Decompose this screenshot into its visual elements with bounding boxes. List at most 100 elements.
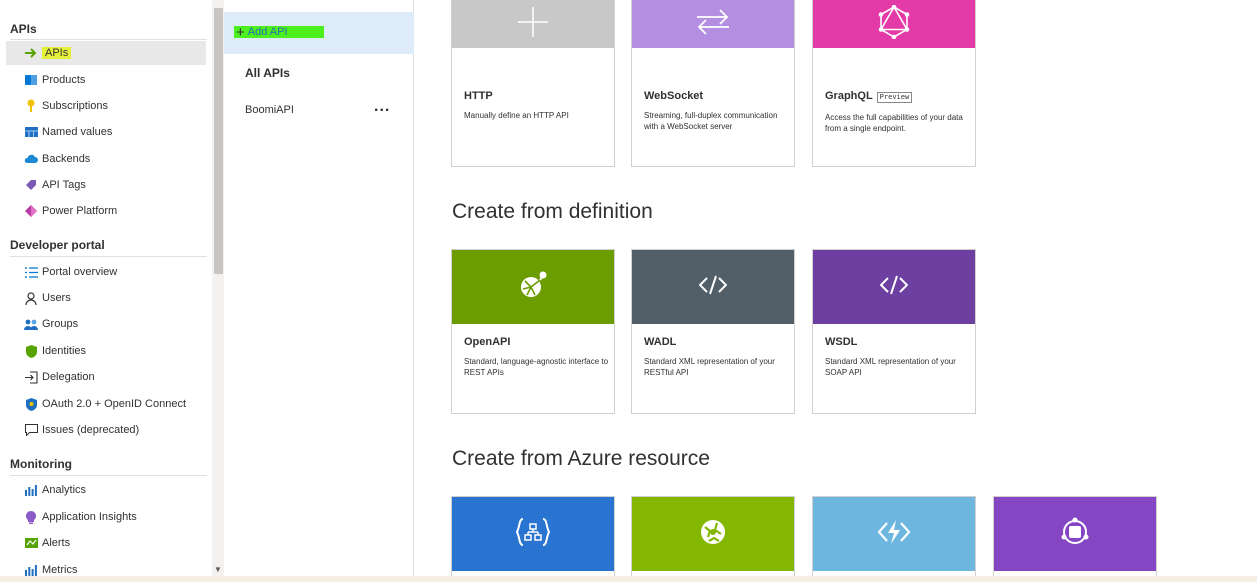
tile-logic-app[interactable] [451,496,615,582]
tile-banner [994,497,1156,571]
bottom-strip [0,576,1257,582]
tile-wsdl[interactable]: WSDL Standard XML representation of your… [812,249,976,414]
api-list-item[interactable]: BoomiAPI ... [224,98,414,122]
tile-description: Standard, language-agnostic interface to… [464,357,609,377]
nav-item-label: Named values [42,126,113,138]
nav-item-groups[interactable]: Groups [6,312,206,336]
logic-app-icon [515,517,551,551]
api-list-pane: + Add API All APIs BoomiAPI ... [224,0,414,582]
section-divider [10,475,207,476]
resource-menu: APIs APIs Products Subscriptions Named v [0,0,212,582]
shield-lock-icon [24,397,38,411]
key-icon [24,99,38,113]
group-icon [24,317,38,331]
nav-item-apis[interactable]: APIs [6,41,206,65]
nav-item-named-values[interactable]: Named values [6,120,206,144]
scroll-down-arrow-icon[interactable]: ▼ [212,562,224,576]
tile-title: GraphQL Preview [825,90,913,103]
tile-banner [632,0,794,48]
tile-banner [632,497,794,571]
nav-item-identities[interactable]: Identities [6,339,206,363]
plus-icon [516,5,550,44]
section-divider [10,256,207,257]
tile-title: HTTP [464,90,493,102]
nav-item-label: Analytics [42,484,87,496]
tile-websocket[interactable]: WebSocket Streaming, full-duplex communi… [631,0,795,167]
tile-app-service[interactable] [631,496,795,582]
nav-item-application-insights[interactable]: Application Insights [6,505,206,529]
tag-icon [24,178,38,192]
nav-item-issues[interactable]: Issues (deprecated) [6,418,206,442]
tile-openapi[interactable]: OpenAPI Standard, language-agnostic inte… [451,249,615,414]
more-options-icon[interactable]: ... [374,98,390,116]
tile-http[interactable]: HTTP Manually define an HTTP API [451,0,615,167]
table-icon [24,125,38,139]
nav-item-label: API Tags [42,179,86,191]
nav-item-oauth-openid[interactable]: OAuth 2.0 + OpenID Connect [6,392,206,416]
nav-item-products[interactable]: Products [6,68,206,92]
section-title-azure-resource: Create from Azure resource [452,447,710,470]
nav-item-delegation[interactable]: Delegation [6,365,206,389]
tile-banner [813,0,975,48]
products-icon [24,73,38,87]
tile-banner [452,250,614,324]
nav-item-portal-overview[interactable]: Portal overview [6,260,206,284]
nav-item-label: Delegation [42,371,95,383]
tile-banner [813,497,975,571]
nav-item-alerts[interactable]: Alerts [6,531,206,555]
arrow-right-icon [24,46,38,60]
comment-icon [24,423,38,437]
tile-banner [813,250,975,324]
tile-function-app[interactable] [812,496,976,582]
nav-item-label: Users [42,292,71,304]
section-header-apis: APIs [10,22,37,36]
nav-item-label: OAuth 2.0 + OpenID Connect [42,398,187,410]
alert-icon [24,536,38,550]
nav-item-label: Metrics [42,564,78,576]
nav-item-users[interactable]: Users [6,286,206,310]
nav-item-analytics[interactable]: Analytics [6,478,206,502]
nav-item-power-platform[interactable]: Power Platform [6,199,206,223]
tile-title: WebSocket [644,90,704,102]
nav-item-label: Backends [42,153,91,165]
tile-description: Standard XML representation of your SOAP… [825,357,956,377]
tile-wadl[interactable]: WADL Standard XML representation of your… [631,249,795,414]
nav-item-label: Groups [42,318,79,330]
function-app-icon [877,518,911,551]
app-service-icon [699,518,727,551]
api-name: BoomiAPI [245,104,294,116]
add-api-label: Add API [247,26,288,38]
bar-chart-icon [24,563,38,577]
plus-icon: + [236,23,245,41]
sidebar-scrollbar-thumb[interactable] [214,8,223,274]
nav-item-label: Issues (deprecated) [42,424,140,436]
apim-apis-page: APIs APIs Products Subscriptions Named v [0,0,1257,582]
add-api-button[interactable]: + Add API [224,12,414,54]
tile-container-app[interactable] [993,496,1157,582]
nav-item-api-tags[interactable]: API Tags [6,173,206,197]
code-icon [879,275,909,300]
all-apis-filter[interactable]: All APIs [245,66,290,80]
section-header-monitoring: Monitoring [10,457,72,471]
tile-banner [452,0,614,48]
nav-item-label: Identities [42,345,87,357]
cloud-icon [24,152,38,166]
section-header-developer-portal: Developer portal [10,238,105,252]
tile-description: Manually define an HTTP API [464,111,569,120]
sign-in-icon [24,370,38,384]
code-icon [698,275,728,300]
nav-item-label: Power Platform [42,205,118,217]
graphql-icon [878,4,910,44]
list-icon [24,265,38,279]
tile-description: Access the full capabilities of your dat… [825,113,963,133]
nav-item-backends[interactable]: Backends [6,147,206,171]
power-platform-icon [24,204,38,218]
nav-item-subscriptions[interactable]: Subscriptions [6,94,206,118]
bar-chart-icon [24,483,38,497]
tile-title: WADL [644,336,677,348]
tile-graphql[interactable]: GraphQL Preview Access the full capabilit… [812,0,976,167]
section-title-definition: Create from definition [452,200,653,223]
tile-title: OpenAPI [464,336,511,348]
add-api-gallery: HTTP Manually define an HTTP API WebSock… [415,0,1257,582]
nav-item-label: APIs [42,47,72,59]
